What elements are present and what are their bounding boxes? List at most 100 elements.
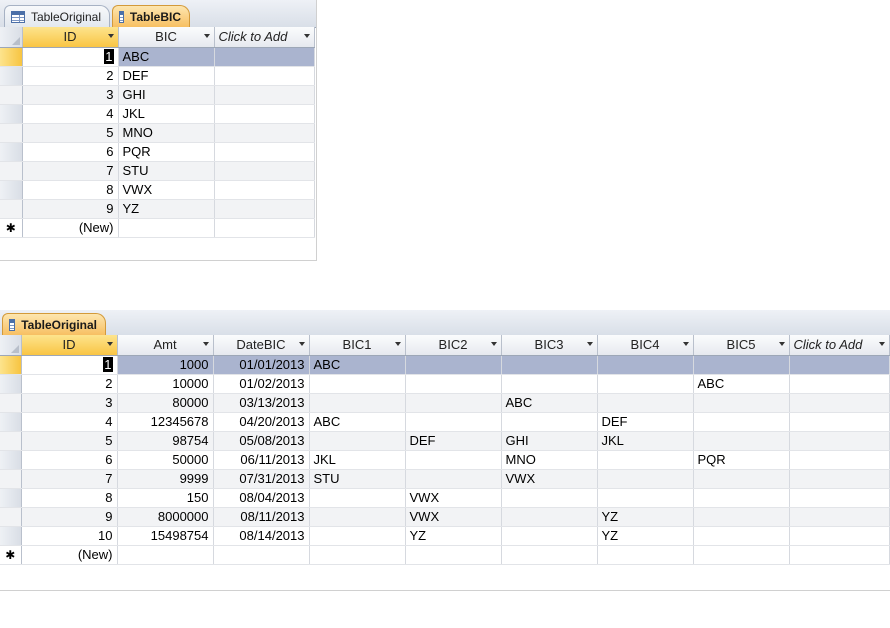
cell-amt[interactable]: 12345678 (117, 412, 214, 432)
cell-bic3[interactable] (501, 374, 598, 394)
column-header-amt[interactable]: Amt (117, 335, 214, 356)
cell-datebic[interactable]: 08/14/2013 (213, 526, 310, 546)
table-row[interactable]: 2 DEF (0, 66, 315, 86)
new-record-icon[interactable]: ✱ (0, 545, 22, 565)
cell-id[interactable]: 4 (21, 412, 118, 432)
table-row[interactable]: 2 10000 01/02/2013 ABC (0, 374, 890, 394)
column-header-id[interactable]: ID (22, 27, 119, 48)
table-row[interactable]: 8 150 08/04/2013 VWX (0, 488, 890, 508)
new-record-label[interactable]: (New) (22, 218, 119, 238)
cell-bic3[interactable] (501, 355, 598, 375)
cell-amt[interactable]: 80000 (117, 393, 214, 413)
cell-amt[interactable]: 10000 (117, 374, 214, 394)
cell-id[interactable]: 8 (22, 180, 119, 200)
cell-bic4[interactable] (597, 374, 694, 394)
cell-bic3[interactable]: VWX (501, 469, 598, 489)
cell-bic4[interactable] (597, 393, 694, 413)
column-header-id[interactable]: ID (21, 335, 118, 356)
record-selector[interactable] (0, 450, 22, 470)
table-row[interactable]: 6 PQR (0, 142, 315, 162)
cell-empty[interactable] (789, 507, 890, 527)
tab-tableoriginal[interactable]: TableOriginal (4, 5, 110, 27)
cell-amt[interactable]: 98754 (117, 431, 214, 451)
cell-empty[interactable] (214, 218, 315, 238)
cell-datebic[interactable]: 01/02/2013 (213, 374, 310, 394)
cell-id[interactable]: 3 (22, 85, 119, 105)
cell-bic[interactable]: MNO (118, 123, 215, 143)
table-row[interactable]: 7 STU (0, 161, 315, 181)
cell-empty[interactable] (214, 180, 315, 200)
cell-id[interactable]: 1 (22, 47, 119, 67)
cell-bic5[interactable]: ABC (693, 374, 790, 394)
dropdown-arrow-icon[interactable] (303, 34, 310, 38)
cell-id[interactable]: 3 (21, 393, 118, 413)
record-selector[interactable] (0, 142, 23, 162)
column-header-bic[interactable]: BIC (118, 27, 215, 48)
select-all-corner[interactable] (0, 335, 22, 356)
cell-empty[interactable] (597, 545, 694, 565)
cell-datebic[interactable]: 06/11/2013 (213, 450, 310, 470)
tab-tableoriginal[interactable]: TableOriginal (2, 313, 106, 335)
cell-empty[interactable] (501, 545, 598, 565)
cell-bic1[interactable] (309, 431, 406, 451)
cell-bic[interactable]: ABC (118, 47, 215, 67)
cell-id[interactable]: 5 (22, 123, 119, 143)
cell-datebic[interactable]: 08/11/2013 (213, 507, 310, 527)
cell-id[interactable]: 4 (22, 104, 119, 124)
cell-bic2[interactable] (405, 355, 502, 375)
column-header-bic1[interactable]: BIC1 (309, 335, 406, 356)
cell-amt[interactable]: 1000 (117, 355, 214, 375)
record-selector[interactable] (0, 47, 23, 67)
cell-bic[interactable]: JKL (118, 104, 215, 124)
cell-bic2[interactable] (405, 412, 502, 432)
record-selector[interactable] (0, 526, 22, 546)
record-selector[interactable] (0, 66, 23, 86)
dropdown-arrow-icon[interactable] (298, 342, 305, 346)
cell-empty[interactable] (117, 545, 214, 565)
cell-bic3[interactable] (501, 488, 598, 508)
table-row[interactable]: 1 ABC (0, 47, 315, 67)
cell-bic4[interactable]: YZ (597, 526, 694, 546)
cell-empty[interactable] (405, 545, 502, 565)
cell-amt[interactable]: 50000 (117, 450, 214, 470)
cell-amt[interactable]: 15498754 (117, 526, 214, 546)
record-selector[interactable] (0, 85, 23, 105)
cell-bic1[interactable] (309, 393, 406, 413)
cell-empty[interactable] (214, 199, 315, 219)
table-row[interactable]: 5 98754 05/08/2013 DEF GHI JKL (0, 431, 890, 451)
dropdown-arrow-icon[interactable] (490, 342, 497, 346)
cell-bic1[interactable]: JKL (309, 450, 406, 470)
cell-bic5[interactable]: PQR (693, 450, 790, 470)
record-selector[interactable] (0, 104, 23, 124)
cell-amt[interactable]: 150 (117, 488, 214, 508)
dropdown-arrow-icon[interactable] (778, 342, 785, 346)
cell-bic[interactable]: PQR (118, 142, 215, 162)
cell-bic5[interactable] (693, 355, 790, 375)
cell-bic5[interactable] (693, 393, 790, 413)
cell-id[interactable]: 8 (21, 488, 118, 508)
dropdown-arrow-icon[interactable] (682, 342, 689, 346)
cell-bic1[interactable] (309, 488, 406, 508)
table-row[interactable]: 9 YZ (0, 199, 315, 219)
cell-id[interactable]: 7 (22, 161, 119, 181)
table-row[interactable]: 1 1000 01/01/2013 ABC (0, 355, 890, 375)
table-row[interactable]: 8 VWX (0, 180, 315, 200)
cell-bic2[interactable]: VWX (405, 507, 502, 527)
cell-datebic[interactable]: 08/04/2013 (213, 488, 310, 508)
cell-empty[interactable] (789, 412, 890, 432)
column-header-bic4[interactable]: BIC4 (597, 335, 694, 356)
column-header-click-to-add[interactable]: Click to Add (789, 335, 890, 356)
cell-bic[interactable]: VWX (118, 180, 215, 200)
cell-bic2[interactable]: DEF (405, 431, 502, 451)
cell-bic5[interactable] (693, 526, 790, 546)
cell-empty[interactable] (789, 374, 890, 394)
cell-bic4[interactable] (597, 469, 694, 489)
cell-empty[interactable] (214, 85, 315, 105)
record-selector[interactable] (0, 469, 22, 489)
dropdown-arrow-icon[interactable] (107, 34, 114, 38)
table-row[interactable]: 9 8000000 08/11/2013 VWX YZ (0, 507, 890, 527)
cell-bic[interactable]: YZ (118, 199, 215, 219)
cell-bic2[interactable] (405, 469, 502, 489)
table-row[interactable]: 10 15498754 08/14/2013 YZ YZ (0, 526, 890, 546)
cell-bic2[interactable] (405, 450, 502, 470)
